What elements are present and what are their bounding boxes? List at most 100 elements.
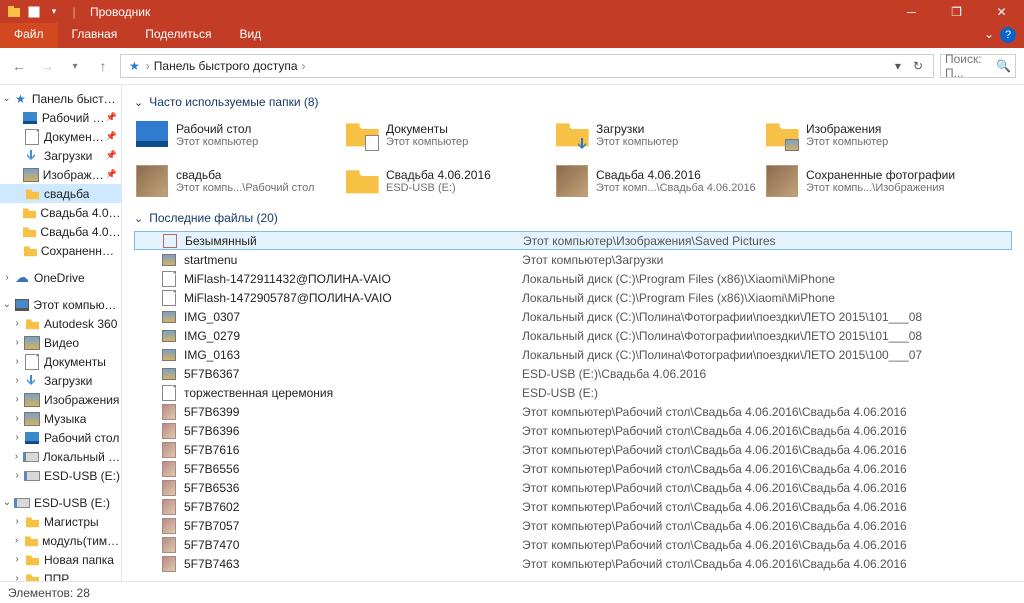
recent-file-row[interactable]: 5F7B7602 Этот компьютер\Рабочий стол\Сва… (134, 497, 1012, 516)
folder-location: Этот комп...\Свадьба 4.06.2016 (596, 182, 756, 194)
recent-file-row[interactable]: 5F7B7463 Этот компьютер\Рабочий стол\Сва… (134, 554, 1012, 573)
recent-locations-button[interactable]: ▾ (64, 61, 86, 72)
file-icon (160, 347, 178, 363)
sidebar-item[interactable]: Документы📌 (0, 127, 121, 146)
sidebar-item[interactable]: свадьба (0, 184, 121, 203)
chevron-right-icon[interactable]: › (146, 59, 150, 73)
frequent-folder[interactable]: Загрузки Этот компьютер (554, 115, 764, 155)
recent-file-row[interactable]: IMG_0163 Локальный диск (C:)\Полина\Фото… (134, 345, 1012, 364)
file-name: 5F7B7470 (184, 538, 522, 552)
qat-dropdown-icon[interactable]: ▾ (46, 4, 62, 20)
tab-share[interactable]: Поделиться (131, 23, 225, 48)
recent-file-row[interactable]: IMG_0307 Локальный диск (C:)\Полина\Фото… (134, 307, 1012, 326)
close-button[interactable]: ✕ (979, 0, 1024, 23)
tab-view[interactable]: Вид (225, 23, 275, 48)
pin-icon: 📌 (106, 112, 117, 123)
file-path: Этот компьютер\Загрузки (522, 253, 1012, 267)
file-name: 5F7B6367 (184, 367, 522, 381)
tab-home[interactable]: Главная (58, 23, 132, 48)
recent-file-row[interactable]: MiFlash-1472911432@ПОЛИНА-VAIO Локальный… (134, 269, 1012, 288)
file-icon (160, 461, 178, 477)
file-path: Этот компьютер\Рабочий стол\Свадьба 4.06… (522, 519, 1012, 533)
frequent-folder[interactable]: Рабочий стол Этот компьютер (134, 115, 344, 155)
frequent-folder[interactable]: Свадьба 4.06.2016 Этот комп...\Свадьба 4… (554, 161, 764, 201)
recent-file-row[interactable]: торжественная церемония ESD-USB (E:) (134, 383, 1012, 402)
file-icon (160, 480, 178, 496)
file-name: 5F7B7057 (184, 519, 522, 533)
file-path: Локальный диск (C:)\Program Files (x86)\… (522, 272, 1012, 286)
sidebar-onedrive[interactable]: ›☁OneDrive (0, 268, 121, 287)
sidebar-item[interactable]: Загрузки📌 (0, 146, 121, 165)
chevron-right-icon[interactable]: › (302, 59, 306, 73)
sidebar-item[interactable]: ›Локальный дис (0, 447, 121, 466)
sidebar-item[interactable]: ›Магистры (0, 512, 121, 531)
sidebar-item[interactable]: Свадьба 4.06.20 (0, 203, 121, 222)
back-button[interactable]: ← (8, 58, 30, 74)
sidebar-item[interactable]: Изображени📌 (0, 165, 121, 184)
sidebar-item[interactable]: ›Новая папка (0, 550, 121, 569)
folder-name: Документы (386, 122, 468, 136)
sidebar-item[interactable]: Свадьба 4.06.20 (0, 222, 121, 241)
sidebar-item[interactable]: ›Видео (0, 333, 121, 352)
recent-file-row[interactable]: 5F7B6367 ESD-USB (E:)\Свадьба 4.06.2016 (134, 364, 1012, 383)
sidebar-item[interactable]: ›Музыка (0, 409, 121, 428)
frequent-folder[interactable]: Документы Этот компьютер (344, 115, 554, 155)
frequent-folders-header[interactable]: ⌄ Часто используемые папки (8) (134, 95, 1012, 109)
help-button[interactable]: ? (1000, 27, 1016, 43)
sidebar-item[interactable]: Рабочий сто📌 (0, 108, 121, 127)
recent-file-row[interactable]: 5F7B6396 Этот компьютер\Рабочий стол\Сва… (134, 421, 1012, 440)
recent-file-row[interactable]: 5F7B7057 Этот компьютер\Рабочий стол\Сва… (134, 516, 1012, 535)
expand-ribbon-button[interactable]: ⌄ (978, 23, 1000, 48)
sidebar-esd-drive[interactable]: ⌄ESD-USB (E:) (0, 493, 121, 512)
file-tab[interactable]: Файл (0, 23, 58, 48)
minimize-button[interactable]: ─ (889, 0, 934, 23)
recent-file-row[interactable]: startmenu Этот компьютер\Загрузки (134, 250, 1012, 269)
file-icon (160, 309, 178, 325)
qat-properties-icon[interactable] (26, 4, 42, 20)
search-input[interactable]: Поиск: П... 🔍 (940, 54, 1016, 78)
forward-button[interactable]: → (36, 58, 58, 74)
sidebar-item[interactable]: ›ESD-USB (E:) (0, 466, 121, 485)
address-dropdown-button[interactable]: ▾ (889, 59, 907, 73)
sidebar-this-pc[interactable]: ⌄Этот компьютер (0, 295, 121, 314)
folder-name: Изображения (806, 122, 888, 136)
frequent-folder[interactable]: Свадьба 4.06.2016 ESD-USB (E:) (344, 161, 554, 201)
frequent-folder[interactable]: Сохраненные фотографии Этот компь...\Изо… (764, 161, 974, 201)
recent-files-header[interactable]: ⌄ Последние файлы (20) (134, 211, 1012, 225)
sidebar-item[interactable]: ›Рабочий стол (0, 428, 121, 447)
address-field[interactable]: ★ › Панель быстрого доступа › ▾ ↻ (120, 54, 934, 78)
sidebar-item[interactable]: ›Документы (0, 352, 121, 371)
sidebar-item[interactable]: Сохраненные ф (0, 241, 121, 260)
breadcrumb[interactable]: Панель быстрого доступа (152, 59, 300, 73)
file-path: Этот компьютер\Рабочий стол\Свадьба 4.06… (522, 481, 1012, 495)
titlebar: ▾ | Проводник ─ ❐ ✕ (0, 0, 1024, 23)
recent-file-row[interactable]: 5F7B6536 Этот компьютер\Рабочий стол\Сва… (134, 478, 1012, 497)
search-icon: 🔍 (996, 59, 1011, 73)
folder-name: Сохраненные фотографии (806, 168, 955, 182)
file-name: MiFlash-1472911432@ПОЛИНА-VAIO (184, 272, 522, 286)
recent-file-row[interactable]: 5F7B7470 Этот компьютер\Рабочий стол\Сва… (134, 535, 1012, 554)
qat-separator: | (66, 4, 82, 20)
recent-file-row[interactable]: 5F7B6556 Этот компьютер\Рабочий стол\Сва… (134, 459, 1012, 478)
frequent-folder[interactable]: свадьба Этот компь...\Рабочий стол (134, 161, 344, 201)
recent-file-row[interactable]: 5F7B7616 Этот компьютер\Рабочий стол\Сва… (134, 440, 1012, 459)
recent-file-row[interactable]: IMG_0279 Локальный диск (C:)\Полина\Фото… (134, 326, 1012, 345)
file-name: IMG_0307 (184, 310, 522, 324)
file-icon (160, 537, 178, 553)
refresh-button[interactable]: ↻ (907, 59, 929, 73)
up-button[interactable]: ↑ (92, 58, 114, 74)
maximize-button[interactable]: ❐ (934, 0, 979, 23)
sidebar-item[interactable]: ›Изображения (0, 390, 121, 409)
sidebar-item[interactable]: ›ППР (0, 569, 121, 581)
recent-file-row[interactable]: 5F7B6399 Этот компьютер\Рабочий стол\Сва… (134, 402, 1012, 421)
sidebar-item[interactable]: ›Загрузки (0, 371, 121, 390)
file-path: Этот компьютер\Рабочий стол\Свадьба 4.06… (522, 405, 1012, 419)
sidebar-item[interactable]: ›Autodesk 360 (0, 314, 121, 333)
file-icon (161, 233, 179, 249)
recent-file-row[interactable]: Безымянный Этот компьютер\Изображения\Sa… (134, 231, 1012, 250)
frequent-folder[interactable]: Изображения Этот компьютер (764, 115, 974, 155)
sidebar-quick-access[interactable]: ⌄★Панель быстрого (0, 89, 121, 108)
file-name: MiFlash-1472905787@ПОЛИНА-VAIO (184, 291, 522, 305)
sidebar-item[interactable]: ›модуль(тимохи (0, 531, 121, 550)
recent-file-row[interactable]: MiFlash-1472905787@ПОЛИНА-VAIO Локальный… (134, 288, 1012, 307)
